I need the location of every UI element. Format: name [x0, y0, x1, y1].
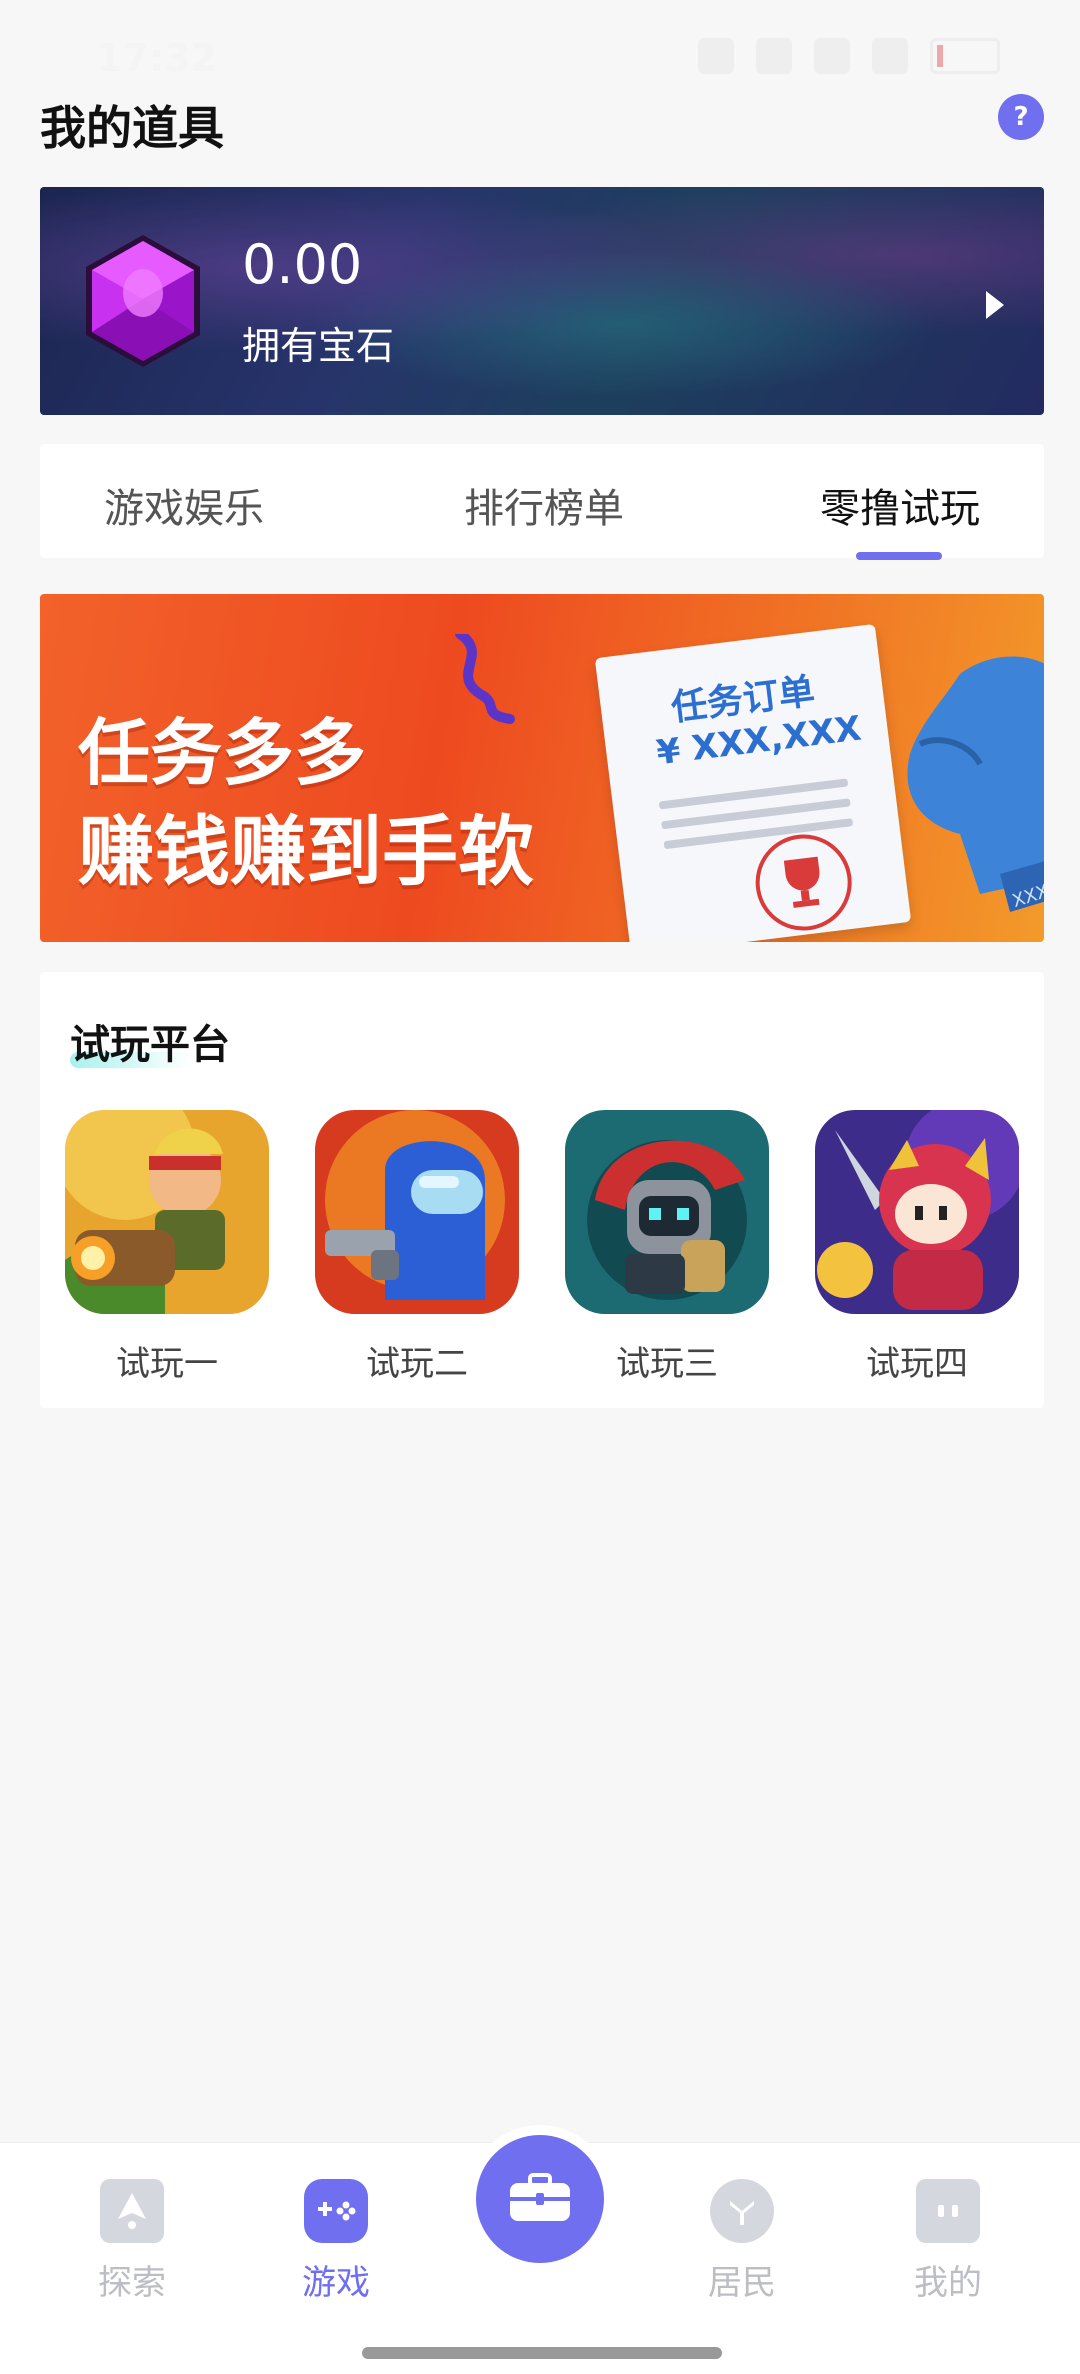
nav-profile-label: 我的 — [914, 2263, 982, 2303]
trial-platform-title: 试玩平台 — [70, 1022, 230, 1068]
explore-icon — [100, 2179, 164, 2243]
confetti-decoration — [455, 634, 515, 724]
gamepad-icon — [304, 2179, 368, 2243]
tab-bar: 游戏娱乐 排行榜单 零撸试玩 — [40, 444, 1044, 560]
nav-resident[interactable]: 居民 — [682, 2179, 802, 2304]
trial-game-label: 试玩四 — [866, 1344, 968, 1384]
active-tab-indicator — [856, 552, 942, 560]
nav-game[interactable]: 游戏 — [276, 2179, 396, 2304]
trial-game-1[interactable]: 试玩一 — [65, 1110, 269, 1385]
tab-game-entertainment[interactable]: 游戏娱乐 — [104, 476, 264, 534]
gem-value: 0.00 — [242, 233, 363, 296]
trial-game-label: 试玩一 — [116, 1344, 218, 1384]
status-bar: 17:32 — [0, 0, 1080, 100]
nav-resident-label: 居民 — [708, 2263, 776, 2303]
tab-free-trial[interactable]: 零撸试玩 — [820, 476, 980, 534]
trial-platform-panel: 试玩平台 试玩一 试玩二 试玩三 试玩四 — [40, 972, 1044, 1408]
glove-hand-illustration: XXXX — [907, 656, 1044, 912]
banner-headline: 任务多多 — [78, 711, 367, 795]
promo-banner[interactable]: 任务多多 赚钱赚到手软 任务订单 ¥ XXX,XXX XXXX — [40, 594, 1044, 942]
gem-icon — [86, 235, 200, 367]
wifi-icon — [814, 38, 850, 74]
nav-profile[interactable]: 我的 — [888, 2179, 1008, 2304]
warrior-girl-game-icon — [815, 1110, 1019, 1314]
signal-icon — [872, 38, 908, 74]
home-indicator — [362, 2347, 722, 2359]
trial-game-label: 试玩二 — [366, 1344, 468, 1384]
status-icons — [698, 38, 1000, 74]
soldier-game-icon — [65, 1110, 269, 1314]
nav-explore-label: 探索 — [98, 2263, 166, 2303]
profile-icon — [916, 2179, 980, 2243]
trial-game-label: 试玩三 — [616, 1344, 718, 1384]
nav-explore[interactable]: 探索 — [72, 2179, 192, 2304]
tab-leaderboard[interactable]: 排行榜单 — [464, 476, 624, 534]
toolbox-icon — [510, 2173, 570, 2221]
question-icon: ? — [1013, 102, 1029, 132]
nav-game-label: 游戏 — [302, 2263, 370, 2303]
bottom-nav: 探索 游戏 居民 我的 — [0, 2125, 1080, 2374]
trial-game-4[interactable]: 试玩四 — [815, 1110, 1019, 1385]
toolbox-button[interactable] — [466, 2125, 614, 2273]
resident-icon — [710, 2179, 774, 2243]
knight-robot-game-icon — [565, 1110, 769, 1314]
trial-game-2[interactable]: 试玩二 — [315, 1110, 519, 1385]
page-title: 我的道具 — [40, 101, 224, 155]
banner-subheadline: 赚钱赚到手软 — [78, 807, 534, 896]
bluetooth-icon — [756, 38, 792, 74]
status-time: 17:32 — [96, 36, 217, 80]
gem-label: 拥有宝石 — [242, 324, 395, 368]
battery-icon — [930, 38, 1000, 74]
trial-game-3[interactable]: 试玩三 — [565, 1110, 769, 1385]
chevron-right-icon — [986, 291, 1004, 319]
help-button[interactable]: ? — [998, 94, 1044, 140]
astronaut-game-icon — [315, 1110, 519, 1314]
vibrate-icon — [698, 38, 734, 74]
gem-balance-card[interactable]: 0.00 拥有宝石 — [40, 187, 1044, 415]
